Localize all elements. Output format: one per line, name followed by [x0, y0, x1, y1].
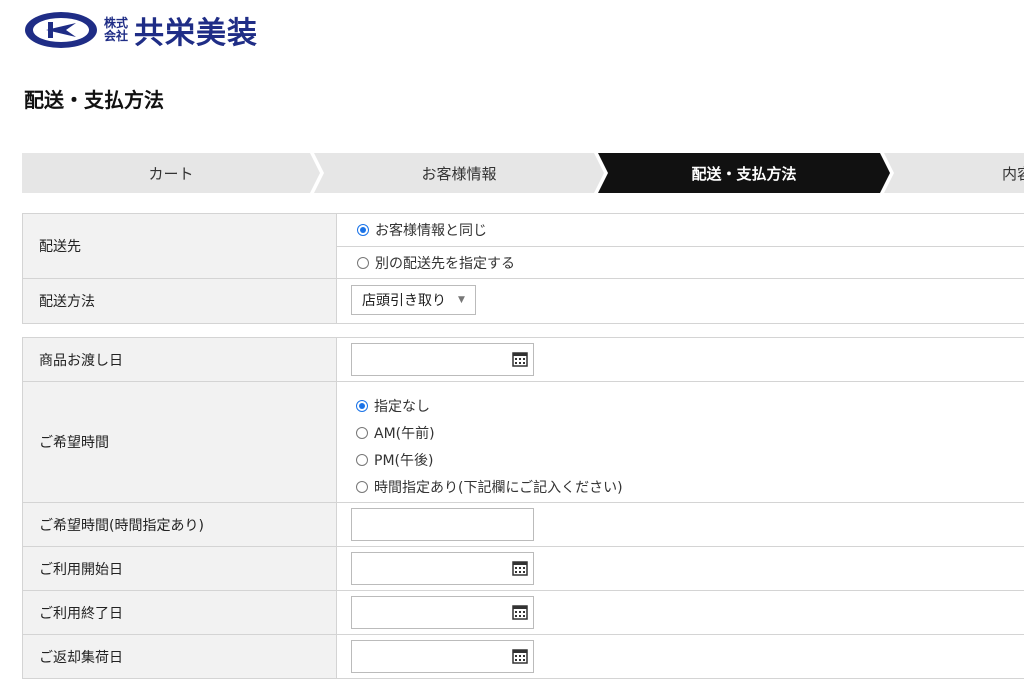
destination-option-other[interactable]: 別の配送先を指定する: [337, 247, 1024, 278]
delivery-table: 配送先 お客様情報と同じ 別の配送先を指定する 配送方法 店頭引き取り ▼: [22, 213, 1024, 324]
logo-mark-icon: [25, 12, 97, 48]
schedule-table: 商品お渡し日 ご希望時間 指定なし AM(午前) PM(午後) 時間指定あり(下…: [22, 337, 1024, 679]
calendar-icon[interactable]: [512, 560, 528, 576]
page: 株式 会社 共栄美装 配送・支払方法 カート お客様情報 配送・支払方法 内 配…: [0, 0, 1024, 683]
time-option-specified[interactable]: 時間指定あり(下記欄にご記入ください): [337, 473, 1024, 500]
radio-time-specified[interactable]: [356, 480, 368, 493]
step-confirm-label: 内容: [1002, 164, 1024, 183]
logo-company-type: 株式 会社: [104, 17, 128, 43]
handover-date-label: 商品お渡し日: [23, 338, 337, 381]
row-preferred-time: ご希望時間 指定なし AM(午前) PM(午後) 時間指定あり(下記欄にご記入く…: [22, 382, 1024, 503]
time-option-specified-label: 時間指定あり(下記欄にご記入ください): [374, 479, 623, 496]
step-cart[interactable]: カート: [22, 153, 320, 193]
radio-same-as-customer[interactable]: [357, 224, 369, 236]
row-end-date: ご利用終了日: [22, 591, 1024, 635]
step-customer-info[interactable]: お客様情報: [314, 153, 604, 193]
return-date-input[interactable]: [351, 640, 534, 673]
chevron-down-icon: ▼: [458, 295, 465, 305]
time-option-am[interactable]: AM(午前): [337, 419, 1024, 446]
time-specified-cell: [337, 503, 1024, 546]
step-cart-label: カート: [148, 164, 194, 183]
destination-label: 配送先: [23, 214, 337, 278]
calendar-icon[interactable]: [512, 648, 528, 664]
destination-option-same-label: お客様情報と同じ: [375, 223, 487, 239]
step-confirm[interactable]: 内容: [884, 153, 1024, 193]
time-option-pm-label: PM(午後): [374, 452, 434, 469]
return-date-label: ご返却集荷日: [23, 635, 337, 678]
time-specified-label: ご希望時間(時間指定あり): [23, 503, 337, 546]
delivery-method-select[interactable]: 店頭引き取り ▼: [351, 285, 476, 315]
step-delivery-payment-label: 配送・支払方法: [691, 164, 797, 183]
calendar-icon[interactable]: [512, 351, 528, 367]
radio-time-none[interactable]: [356, 399, 368, 412]
row-return-date: ご返却集荷日: [22, 635, 1024, 679]
start-date-cell: [337, 547, 1024, 590]
step-delivery-payment[interactable]: 配送・支払方法: [598, 153, 890, 193]
row-delivery-method: 配送方法 店頭引き取り ▼: [22, 279, 1024, 324]
company-logo[interactable]: 株式 会社 共栄美装: [24, 10, 259, 51]
step-customer-info-label: お客様情報: [421, 164, 497, 183]
logo-company-name: 共栄美装: [134, 16, 259, 51]
time-option-pm[interactable]: PM(午後): [337, 446, 1024, 473]
calendar-icon[interactable]: [512, 604, 528, 620]
preferred-time-label: ご希望時間: [23, 382, 337, 502]
delivery-method-value: 店頭引き取り: [362, 293, 446, 309]
preferred-time-options: 指定なし AM(午前) PM(午後) 時間指定あり(下記欄にご記入ください): [337, 382, 1024, 502]
radio-time-pm[interactable]: [356, 453, 368, 466]
checkout-steps: カート お客様情報 配送・支払方法 内容: [22, 153, 1024, 193]
page-title: 配送・支払方法: [24, 88, 164, 112]
start-date-input[interactable]: [351, 552, 534, 585]
time-specified-input[interactable]: [351, 508, 534, 541]
time-option-none[interactable]: 指定なし: [337, 392, 1024, 419]
return-date-cell: [337, 635, 1024, 678]
radio-other-destination[interactable]: [357, 256, 369, 269]
row-start-date: ご利用開始日: [22, 547, 1024, 591]
delivery-method-cell: 店頭引き取り ▼: [337, 279, 1024, 323]
row-destination: 配送先 お客様情報と同じ 別の配送先を指定する: [22, 214, 1024, 279]
end-date-input[interactable]: [351, 596, 534, 629]
end-date-cell: [337, 591, 1024, 634]
handover-date-input[interactable]: [351, 343, 534, 376]
destination-option-same[interactable]: お客様情報と同じ: [337, 214, 1024, 247]
handover-date-cell: [337, 338, 1024, 381]
logo-small-bottom: 会社: [104, 29, 129, 43]
destination-option-other-label: 別の配送先を指定する: [375, 255, 515, 272]
radio-time-am[interactable]: [356, 426, 368, 439]
row-handover-date: 商品お渡し日: [22, 338, 1024, 382]
delivery-method-label: 配送方法: [23, 279, 337, 323]
start-date-label: ご利用開始日: [23, 547, 337, 590]
time-option-none-label: 指定なし: [374, 398, 430, 415]
destination-options: お客様情報と同じ 別の配送先を指定する: [337, 214, 1024, 278]
end-date-label: ご利用終了日: [23, 591, 337, 634]
time-option-am-label: AM(午前): [374, 425, 435, 442]
row-time-specified: ご希望時間(時間指定あり): [22, 503, 1024, 547]
